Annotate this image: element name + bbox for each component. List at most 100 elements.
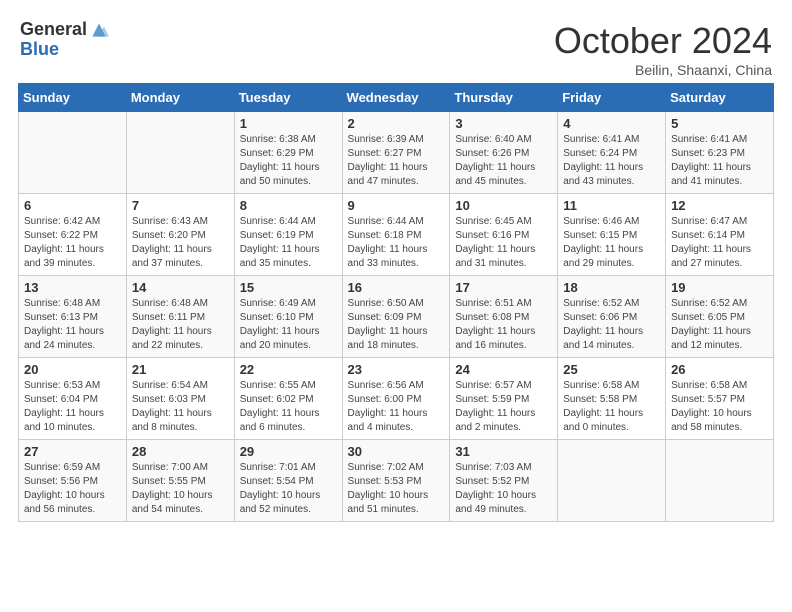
calendar-cell: 9 Sunrise: 6:44 AMSunset: 6:18 PMDaylight… bbox=[342, 194, 450, 276]
day-info: Sunrise: 7:02 AMSunset: 5:53 PMDaylight:… bbox=[348, 461, 445, 517]
day-info: Sunrise: 6:52 AMSunset: 6:05 PMDaylight:… bbox=[671, 297, 768, 353]
day-info: Sunrise: 6:38 AMSunset: 6:29 PMDaylight:… bbox=[240, 133, 337, 189]
calendar-cell: 11Sunrise: 6:46 AMSunset: 6:15 PMDayligh… bbox=[558, 194, 666, 276]
calendar-week-2: 6 Sunrise: 6:42 AMSunset: 6:22 PMDaylight… bbox=[19, 194, 774, 276]
calendar-cell: 17 Sunrise: 6:51 AMSunset: 6:08 PMDayligh… bbox=[450, 276, 558, 358]
calendar-cell: 1 Sunrise: 6:38 AMSunset: 6:29 PMDaylight… bbox=[234, 112, 342, 194]
calendar-cell bbox=[666, 440, 774, 522]
day-info: Sunrise: 6:40 AMSunset: 6:26 PMDaylight:… bbox=[455, 133, 552, 189]
calendar-week-5: 27 Sunrise: 6:59 AMSunset: 5:56 PMDayligh… bbox=[19, 440, 774, 522]
day-info: Sunrise: 6:54 AMSunset: 6:03 PMDaylight:… bbox=[132, 379, 229, 435]
day-info: Sunrise: 6:41 AMSunset: 6:24 PMDaylight:… bbox=[563, 133, 660, 189]
day-number: 27 bbox=[24, 444, 121, 459]
calendar-cell: 22 Sunrise: 6:55 AMSunset: 6:02 PMDayligh… bbox=[234, 358, 342, 440]
day-number: 14 bbox=[132, 280, 229, 295]
day-number: 21 bbox=[132, 362, 229, 377]
day-number: 22 bbox=[240, 362, 337, 377]
calendar-cell: 30 Sunrise: 7:02 AMSunset: 5:53 PMDayligh… bbox=[342, 440, 450, 522]
day-info: Sunrise: 6:58 AMSunset: 5:57 PMDaylight:… bbox=[671, 379, 768, 435]
calendar-cell: 2 Sunrise: 6:39 AMSunset: 6:27 PMDaylight… bbox=[342, 112, 450, 194]
calendar-week-1: 1 Sunrise: 6:38 AMSunset: 6:29 PMDaylight… bbox=[19, 112, 774, 194]
col-thursday: Thursday bbox=[450, 84, 558, 112]
day-info: Sunrise: 6:55 AMSunset: 6:02 PMDaylight:… bbox=[240, 379, 337, 435]
calendar-week-3: 13Sunrise: 6:48 AMSunset: 6:13 PMDayligh… bbox=[19, 276, 774, 358]
day-number: 25 bbox=[563, 362, 660, 377]
calendar-cell bbox=[558, 440, 666, 522]
calendar-cell: 10 Sunrise: 6:45 AMSunset: 6:16 PMDayligh… bbox=[450, 194, 558, 276]
day-info: Sunrise: 6:58 AMSunset: 5:58 PMDaylight:… bbox=[563, 379, 660, 435]
day-info: Sunrise: 6:42 AMSunset: 6:22 PMDaylight:… bbox=[24, 215, 121, 271]
calendar-cell: 3 Sunrise: 6:40 AMSunset: 6:26 PMDaylight… bbox=[450, 112, 558, 194]
calendar-cell: 12 Sunrise: 6:47 AMSunset: 6:14 PMDayligh… bbox=[666, 194, 774, 276]
calendar-cell: 31 Sunrise: 7:03 AMSunset: 5:52 PMDayligh… bbox=[450, 440, 558, 522]
day-info: Sunrise: 6:57 AMSunset: 5:59 PMDaylight:… bbox=[455, 379, 552, 435]
day-number: 19 bbox=[671, 280, 768, 295]
day-number: 6 bbox=[24, 198, 121, 213]
day-number: 2 bbox=[348, 116, 445, 131]
day-number: 3 bbox=[455, 116, 552, 131]
logo-blue: Blue bbox=[20, 39, 59, 59]
calendar-cell: 29Sunrise: 7:01 AMSunset: 5:54 PMDayligh… bbox=[234, 440, 342, 522]
month-title: October 2024 bbox=[554, 20, 772, 62]
day-info: Sunrise: 6:48 AMSunset: 6:11 PMDaylight:… bbox=[132, 297, 229, 353]
day-number: 16 bbox=[348, 280, 445, 295]
col-friday: Friday bbox=[558, 84, 666, 112]
day-number: 10 bbox=[455, 198, 552, 213]
day-info: Sunrise: 6:41 AMSunset: 6:23 PMDaylight:… bbox=[671, 133, 768, 189]
day-info: Sunrise: 7:00 AMSunset: 5:55 PMDaylight:… bbox=[132, 461, 229, 517]
calendar-cell: 24 Sunrise: 6:57 AMSunset: 5:59 PMDayligh… bbox=[450, 358, 558, 440]
day-info: Sunrise: 6:51 AMSunset: 6:08 PMDaylight:… bbox=[455, 297, 552, 353]
day-info: Sunrise: 6:46 AMSunset: 6:15 PMDaylight:… bbox=[563, 215, 660, 271]
logo-icon bbox=[89, 20, 109, 40]
calendar-cell: 18Sunrise: 6:52 AMSunset: 6:06 PMDayligh… bbox=[558, 276, 666, 358]
day-number: 28 bbox=[132, 444, 229, 459]
calendar-cell: 13Sunrise: 6:48 AMSunset: 6:13 PMDayligh… bbox=[19, 276, 127, 358]
header: General Blue October 2024 Beilin, Shaanx… bbox=[10, 10, 782, 83]
calendar-cell: 8 Sunrise: 6:44 AMSunset: 6:19 PMDaylight… bbox=[234, 194, 342, 276]
day-number: 17 bbox=[455, 280, 552, 295]
day-info: Sunrise: 6:44 AMSunset: 6:18 PMDaylight:… bbox=[348, 215, 445, 271]
day-number: 30 bbox=[348, 444, 445, 459]
col-sunday: Sunday bbox=[19, 84, 127, 112]
day-info: Sunrise: 6:44 AMSunset: 6:19 PMDaylight:… bbox=[240, 215, 337, 271]
header-row: Sunday Monday Tuesday Wednesday Thursday… bbox=[19, 84, 774, 112]
day-info: Sunrise: 6:47 AMSunset: 6:14 PMDaylight:… bbox=[671, 215, 768, 271]
col-tuesday: Tuesday bbox=[234, 84, 342, 112]
day-number: 24 bbox=[455, 362, 552, 377]
calendar-cell bbox=[126, 112, 234, 194]
day-number: 1 bbox=[240, 116, 337, 131]
day-info: Sunrise: 6:56 AMSunset: 6:00 PMDaylight:… bbox=[348, 379, 445, 435]
day-info: Sunrise: 6:45 AMSunset: 6:16 PMDaylight:… bbox=[455, 215, 552, 271]
calendar-cell: 27 Sunrise: 6:59 AMSunset: 5:56 PMDayligh… bbox=[19, 440, 127, 522]
day-number: 9 bbox=[348, 198, 445, 213]
calendar-cell: 16Sunrise: 6:50 AMSunset: 6:09 PMDayligh… bbox=[342, 276, 450, 358]
day-number: 12 bbox=[671, 198, 768, 213]
day-number: 31 bbox=[455, 444, 552, 459]
col-saturday: Saturday bbox=[666, 84, 774, 112]
calendar-cell: 28 Sunrise: 7:00 AMSunset: 5:55 PMDayligh… bbox=[126, 440, 234, 522]
calendar-cell: 19 Sunrise: 6:52 AMSunset: 6:05 PMDayligh… bbox=[666, 276, 774, 358]
day-number: 26 bbox=[671, 362, 768, 377]
calendar-cell: 6 Sunrise: 6:42 AMSunset: 6:22 PMDaylight… bbox=[19, 194, 127, 276]
calendar-cell: 25 Sunrise: 6:58 AMSunset: 5:58 PMDayligh… bbox=[558, 358, 666, 440]
day-info: Sunrise: 6:49 AMSunset: 6:10 PMDaylight:… bbox=[240, 297, 337, 353]
day-number: 8 bbox=[240, 198, 337, 213]
day-info: Sunrise: 7:03 AMSunset: 5:52 PMDaylight:… bbox=[455, 461, 552, 517]
location-title: Beilin, Shaanxi, China bbox=[554, 62, 772, 78]
day-info: Sunrise: 6:39 AMSunset: 6:27 PMDaylight:… bbox=[348, 133, 445, 189]
calendar-cell: 5 Sunrise: 6:41 AMSunset: 6:23 PMDaylight… bbox=[666, 112, 774, 194]
col-monday: Monday bbox=[126, 84, 234, 112]
logo: General Blue bbox=[20, 20, 109, 60]
day-number: 5 bbox=[671, 116, 768, 131]
logo-general: General bbox=[20, 20, 87, 40]
calendar-cell bbox=[19, 112, 127, 194]
day-number: 23 bbox=[348, 362, 445, 377]
day-number: 4 bbox=[563, 116, 660, 131]
calendar-cell: 15Sunrise: 6:49 AMSunset: 6:10 PMDayligh… bbox=[234, 276, 342, 358]
calendar-cell: 4 Sunrise: 6:41 AMSunset: 6:24 PMDaylight… bbox=[558, 112, 666, 194]
day-info: Sunrise: 6:59 AMSunset: 5:56 PMDaylight:… bbox=[24, 461, 121, 517]
day-info: Sunrise: 6:48 AMSunset: 6:13 PMDaylight:… bbox=[24, 297, 121, 353]
calendar-cell: 7Sunrise: 6:43 AMSunset: 6:20 PMDaylight… bbox=[126, 194, 234, 276]
day-number: 29 bbox=[240, 444, 337, 459]
calendar-table: Sunday Monday Tuesday Wednesday Thursday… bbox=[18, 83, 774, 522]
